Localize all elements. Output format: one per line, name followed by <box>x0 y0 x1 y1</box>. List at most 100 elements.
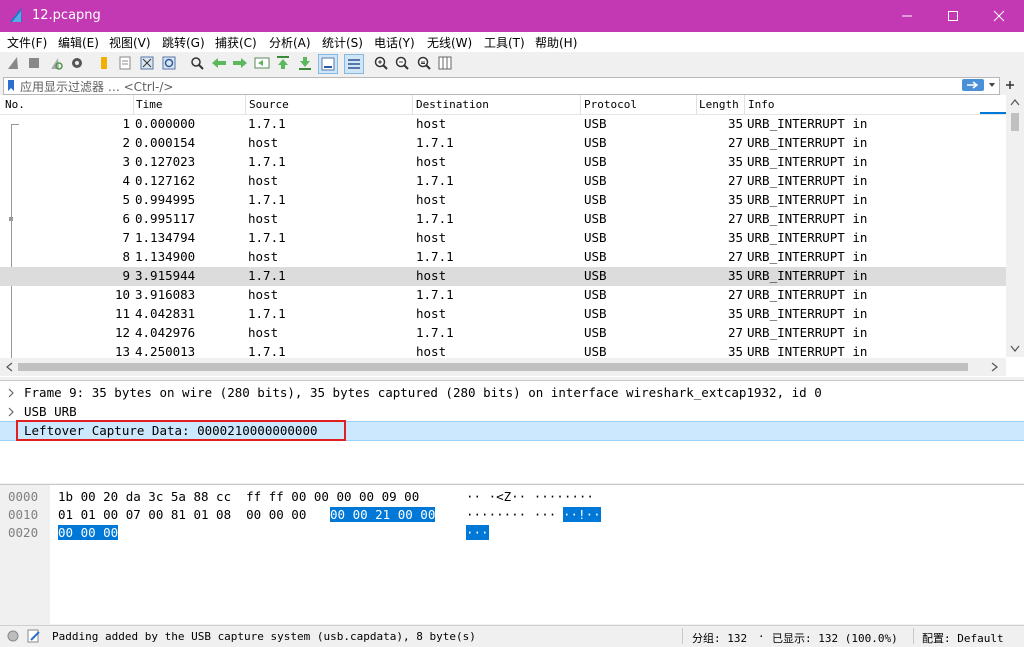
packet-row[interactable]: 10 3.916083 host 1.7.1 USB 27 URB_INTERR… <box>0 286 1006 305</box>
menu-bar: 文件(F) 编辑(E) 视图(V) 跳转(G) 捕获(C) 分析(A) 统计(S… <box>0 32 1024 52</box>
packet-row[interactable]: 13 4.250013 1.7.1 host USB 35 URB_INTERR… <box>0 343 1006 358</box>
autoscroll-icon <box>321 57 335 71</box>
packet-row[interactable]: 2 0.000154 host 1.7.1 USB 27 URB_INTERRU… <box>0 134 1006 153</box>
packet-list[interactable]: No. Time Source Destination Protocol Len… <box>0 95 1024 377</box>
menu-tools[interactable]: 工具(T) <box>484 34 525 51</box>
capture-options-button[interactable] <box>68 54 86 72</box>
filter-dropdown-button[interactable] <box>986 79 998 91</box>
packet-row[interactable]: 11 4.042831 1.7.1 host USB 35 URB_INTERR… <box>0 305 1006 324</box>
arrow-down-icon <box>299 57 311 70</box>
packet-row[interactable]: 1 0.000000 1.7.1 host USB 35 URB_INTERRU… <box>0 115 1006 134</box>
stop-icon <box>29 58 39 68</box>
menu-view[interactable]: 视图(V) <box>109 34 151 51</box>
zoom-out-button[interactable] <box>393 54 411 72</box>
maximize-button[interactable] <box>930 0 976 32</box>
reload-file-button[interactable] <box>160 54 178 72</box>
status-indicator-icon[interactable] <box>7 630 19 642</box>
start-capture-button[interactable] <box>5 54 23 72</box>
zoom-out-icon <box>395 56 409 70</box>
edit-comment-icon[interactable] <box>27 629 41 643</box>
restart-fin-icon <box>51 58 63 70</box>
go-first-button[interactable] <box>274 54 292 72</box>
add-filter-button[interactable] <box>1001 77 1019 93</box>
packet-list-horizontal-scrollbar[interactable] <box>0 358 1006 376</box>
packet-row[interactable]: 7 1.134794 1.7.1 host USB 35 URB_INTERRU… <box>0 229 1006 248</box>
open-file-button[interactable] <box>95 54 113 72</box>
window-title: 12.pcapng <box>32 8 101 23</box>
packet-bytes[interactable]: 0000 1b 00 20 da 3c 5a 88 cc ff ff 00 00… <box>0 484 1024 624</box>
display-filter-input[interactable]: 应用显示过滤器 … <Ctrl-/> <box>20 78 173 95</box>
menu-analyze[interactable]: 分析(A) <box>269 34 311 51</box>
close-file-button[interactable] <box>138 54 156 72</box>
save-file-button[interactable] <box>116 54 134 72</box>
chevron-up-icon[interactable] <box>1010 98 1020 106</box>
arrow-right-icon <box>233 58 247 68</box>
apply-filter-button[interactable] <box>962 79 984 91</box>
chevron-down-icon[interactable] <box>1010 345 1020 353</box>
go-last-button[interactable] <box>296 54 314 72</box>
packet-list-vertical-scrollbar[interactable] <box>1006 95 1024 357</box>
display-filter-bar[interactable]: 应用显示过滤器 … <Ctrl-/> <box>3 77 1000 95</box>
minimize-button[interactable] <box>884 0 930 32</box>
resize-columns-button[interactable] <box>436 54 454 72</box>
chevron-right-icon[interactable] <box>7 407 15 417</box>
column-protocol[interactable]: Protocol <box>584 98 637 111</box>
chevron-right-icon[interactable] <box>7 388 15 398</box>
menu-statistics[interactable]: 统计(S) <box>322 34 363 51</box>
column-source[interactable]: Source <box>249 98 289 111</box>
menu-capture[interactable]: 捕获(C) <box>215 34 257 51</box>
search-icon <box>191 57 204 70</box>
chevron-right-icon[interactable] <box>991 362 999 372</box>
packet-row[interactable]: 6 0.995117 host 1.7.1 USB 27 URB_INTERRU… <box>0 210 1006 229</box>
scrollbar-thumb[interactable] <box>18 363 968 371</box>
offset-gutter <box>0 485 50 624</box>
status-packet-count: 分组: 132 <box>692 632 748 645</box>
column-info[interactable]: Info <box>748 98 775 111</box>
file-icon <box>119 56 131 70</box>
restart-capture-button[interactable] <box>47 54 65 72</box>
gear-icon <box>72 58 82 68</box>
detail-row-usb-urb[interactable]: USB URB <box>0 402 1024 421</box>
bookmark-icon[interactable] <box>7 80 15 92</box>
zoom-in-icon <box>374 56 388 70</box>
menu-file[interactable]: 文件(F) <box>7 34 47 51</box>
menu-help[interactable]: 帮助(H) <box>535 34 577 51</box>
zoom-in-button[interactable] <box>372 54 390 72</box>
find-packet-button[interactable] <box>188 54 206 72</box>
go-back-button[interactable] <box>210 54 228 72</box>
menu-telephony[interactable]: 电话(Y) <box>374 34 415 51</box>
stop-capture-button[interactable] <box>25 54 43 72</box>
menu-wireless[interactable]: 无线(W) <box>427 34 472 51</box>
zoom-reset-button[interactable] <box>415 54 433 72</box>
packet-row[interactable]: 3 0.127023 1.7.1 host USB 35 URB_INTERRU… <box>0 153 1006 172</box>
chevron-down-icon <box>989 83 995 87</box>
packet-details[interactable]: Frame 9: 35 bytes on wire (280 bits), 35… <box>0 380 1024 483</box>
packet-row[interactable]: 8 1.134900 host 1.7.1 USB 27 URB_INTERRU… <box>0 248 1006 267</box>
column-time[interactable]: Time <box>136 98 163 111</box>
status-displayed-count: 已显示: 132 (100.0%) <box>772 632 898 645</box>
go-to-packet-button[interactable] <box>253 54 271 72</box>
column-destination[interactable]: Destination <box>416 98 489 111</box>
packet-list-header: No. Time Source Destination Protocol Len… <box>0 95 1006 115</box>
packet-row[interactable]: 12 4.042976 host 1.7.1 USB 27 URB_INTERR… <box>0 324 1006 343</box>
go-forward-button[interactable] <box>231 54 249 72</box>
status-profile[interactable]: 配置: Default <box>922 630 1004 646</box>
packet-row-selected[interactable]: 9 3.915944 1.7.1 host USB 35 URB_INTERRU… <box>0 267 1006 286</box>
packet-row[interactable]: 4 0.127162 host 1.7.1 USB 27 URB_INTERRU… <box>0 172 1006 191</box>
scrollbar-thumb[interactable] <box>1011 113 1019 131</box>
colorize-button[interactable] <box>344 54 364 74</box>
menu-go[interactable]: 跳转(G) <box>162 34 205 51</box>
menu-edit[interactable]: 编辑(E) <box>58 34 99 51</box>
column-length[interactable]: Length <box>699 98 739 111</box>
autoscroll-button[interactable] <box>318 54 338 74</box>
close-button[interactable] <box>976 0 1022 32</box>
column-no[interactable]: No. <box>5 98 25 111</box>
plus-icon <box>1006 81 1014 89</box>
chevron-left-icon[interactable] <box>5 362 13 372</box>
arrow-left-icon <box>212 58 226 68</box>
main-toolbar <box>0 52 1024 76</box>
detail-row-frame[interactable]: Frame 9: 35 bytes on wire (280 bits), 35… <box>0 383 1024 402</box>
status-message: Padding added by the USB capture system … <box>52 630 476 643</box>
packet-row[interactable]: 5 0.994995 1.7.1 host USB 35 URB_INTERRU… <box>0 191 1006 210</box>
wireshark-fin-icon <box>10 8 22 22</box>
